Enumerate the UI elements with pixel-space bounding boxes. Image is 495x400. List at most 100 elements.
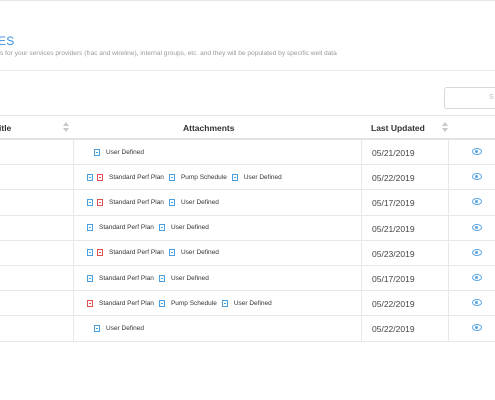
attachment-label[interactable]: Standard Perf Plan (99, 300, 154, 307)
attachment-icons (87, 173, 104, 181)
attachment-label[interactable]: Pump Schedule (171, 300, 217, 307)
column-divider (361, 265, 362, 291)
sort-icon[interactable] (63, 121, 69, 133)
document-icon[interactable] (87, 173, 93, 181)
eye-icon[interactable] (472, 324, 482, 332)
document-icon[interactable] (221, 299, 228, 307)
attachment-label[interactable]: User Defined (181, 199, 219, 206)
last-updated-date: 05/22/2019 (372, 173, 415, 184)
attachment-label[interactable]: User Defined (171, 275, 209, 282)
attachment-label[interactable]: Standard Perf Plan (99, 275, 154, 282)
attachment-icons (158, 274, 166, 282)
attachment-icons (168, 249, 176, 257)
column-divider (73, 316, 74, 341)
table-row[interactable]: Standard Perf Plan Pump Schedule User Defi… (0, 165, 495, 191)
attachments-cell: User Defined (94, 316, 149, 340)
pdf-icon[interactable] (97, 198, 103, 206)
page-title: ES (0, 34, 15, 48)
document-icon[interactable] (168, 198, 175, 206)
document-icon[interactable] (158, 299, 165, 307)
eye-icon[interactable] (472, 173, 482, 181)
header-divider (0, 70, 495, 71)
document-icon[interactable] (87, 274, 93, 282)
attachment-label[interactable]: Standard Perf Plan (99, 224, 154, 231)
eye-icon[interactable] (472, 248, 482, 256)
column-divider (73, 291, 74, 316)
last-updated-date: 05/22/2019 (372, 299, 415, 310)
column-divider (361, 240, 362, 265)
attachment-label[interactable]: User Defined (106, 325, 144, 332)
document-icon[interactable] (168, 173, 175, 181)
document-icon[interactable] (231, 173, 238, 181)
attachment-icons (94, 148, 101, 156)
eye-icon[interactable] (472, 299, 482, 307)
attachment-label[interactable]: User Defined (234, 300, 272, 307)
table-row[interactable]: Standard Perf Plan User Defined 05/17/2019 (0, 190, 495, 216)
column-divider (448, 240, 449, 265)
last-updated-date: 05/17/2019 (372, 273, 415, 284)
table-row[interactable]: User Defined 05/21/2019 (0, 140, 495, 166)
top-divider (0, 0, 495, 1)
pdf-icon[interactable] (87, 299, 93, 307)
column-divider (361, 140, 362, 165)
column-divider (448, 140, 449, 165)
eye-icon[interactable] (472, 223, 482, 231)
attachment-label[interactable]: User Defined (244, 174, 282, 181)
attachments-cell: Standard Perf Plan User Defined (87, 190, 224, 214)
last-updated-date: 05/17/2019 (372, 198, 415, 209)
attachment-icons (158, 224, 166, 232)
attachments-cell: Standard Perf Plan User Defined (87, 266, 214, 290)
sort-icon[interactable] (442, 121, 448, 133)
eye-icon[interactable] (472, 148, 482, 155)
column-divider (73, 190, 74, 215)
column-divider (73, 140, 74, 165)
attachment-label[interactable]: Standard Perf Plan (109, 174, 164, 181)
column-divider (361, 291, 362, 316)
document-icon[interactable] (87, 224, 93, 232)
search-input[interactable]: S (444, 87, 495, 109)
attachment-icons (168, 173, 176, 181)
column-divider (73, 265, 74, 291)
table-row[interactable]: Standard Perf Plan Pump Schedule User Defi… (0, 291, 495, 317)
document-icon[interactable] (94, 324, 100, 332)
attachment-label[interactable]: Pump Schedule (181, 174, 227, 181)
column-header-title[interactable]: itle (0, 123, 11, 133)
table-row[interactable]: Standard Perf Plan User Defined 05/23/2019 (0, 240, 495, 266)
last-updated-date: 05/23/2019 (372, 248, 415, 259)
last-updated-date: 05/22/2019 (372, 324, 415, 335)
last-updated-date: 05/21/2019 (372, 223, 415, 234)
attachment-label[interactable]: Standard Perf Plan (109, 249, 164, 256)
column-divider (448, 165, 449, 190)
attachment-label[interactable]: User Defined (106, 149, 144, 156)
column-header-attachments: Attachments (183, 123, 235, 133)
last-updated-date: 05/21/2019 (372, 148, 415, 158)
document-icon[interactable] (94, 148, 100, 156)
attachment-icons (168, 198, 176, 206)
document-icon[interactable] (168, 249, 175, 257)
pdf-icon[interactable] (97, 173, 103, 181)
attachment-label[interactable]: User Defined (181, 249, 219, 256)
attachment-label[interactable]: Standard Perf Plan (109, 199, 164, 206)
column-divider (361, 316, 362, 341)
attachments-cell: User Defined (94, 140, 149, 164)
column-divider (361, 165, 362, 190)
attachment-icons (158, 299, 166, 307)
column-divider (361, 215, 362, 240)
column-divider (73, 215, 74, 240)
document-icon[interactable] (158, 224, 165, 232)
eye-icon[interactable] (472, 273, 482, 281)
column-header-last-updated[interactable]: Last Updated (371, 123, 425, 133)
table-row[interactable]: Standard Perf Plan User Defined 05/17/2019 (0, 265, 495, 292)
attachment-label[interactable]: User Defined (171, 224, 209, 231)
document-icon[interactable] (87, 249, 93, 257)
table-row[interactable]: Standard Perf Plan User Defined 05/21/2019 (0, 215, 495, 241)
document-icon[interactable] (158, 274, 165, 282)
search-placeholder: S (489, 94, 494, 101)
attachment-icons (87, 299, 94, 307)
attachment-icons (94, 324, 101, 332)
pdf-icon[interactable] (97, 249, 103, 257)
table-row[interactable]: User Defined 05/22/2019 (0, 316, 495, 342)
column-divider (361, 190, 362, 215)
document-icon[interactable] (87, 198, 93, 206)
eye-icon[interactable] (472, 198, 482, 206)
